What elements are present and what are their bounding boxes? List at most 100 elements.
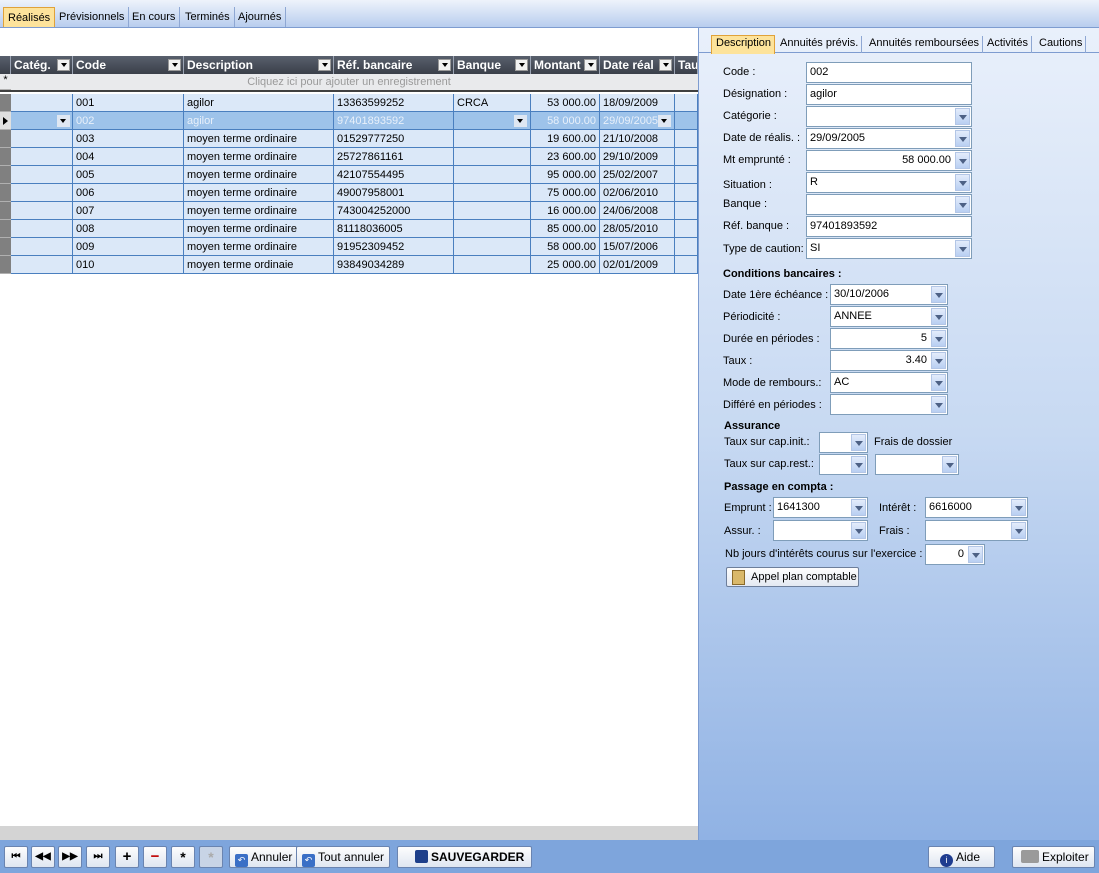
tab-activites[interactable]: Activités (983, 36, 1032, 53)
cell-ref[interactable]: 01529777250 (334, 130, 454, 148)
cell-description[interactable]: moyen terme ordinaire (184, 130, 334, 148)
cell-ref[interactable]: 91952309452 (334, 238, 454, 256)
tab-annuites-previs[interactable]: Annuités prévis. (776, 36, 863, 53)
row-selector[interactable] (0, 184, 11, 202)
frais-select[interactable] (925, 520, 1028, 541)
cell-description[interactable]: moyen terme ordinaire (184, 166, 334, 184)
sauvegarder-button[interactable]: SAUVEGARDER (397, 846, 532, 868)
new-record-button[interactable]: * (171, 846, 195, 868)
cell-montant[interactable]: 75 000.00 (531, 184, 600, 202)
cell-categ[interactable] (11, 184, 73, 202)
table-row[interactable]: 009 moyen terme ordinaire 91952309452 58 00… (0, 238, 698, 256)
cell-code[interactable]: 001 (73, 94, 184, 112)
table-row[interactable]: 005 moyen terme ordinaire 42107554495 95 00… (0, 166, 698, 184)
chevron-down-icon[interactable] (955, 108, 970, 125)
ref-banque-field[interactable]: 97401893592 (806, 216, 972, 237)
banque-select[interactable] (806, 194, 972, 215)
tab-previsionnels[interactable]: Prévisionnels (55, 7, 130, 27)
cell-montant[interactable]: 58 000.00 (531, 238, 600, 256)
col-header-banque[interactable]: Banque (454, 56, 531, 74)
cell-date[interactable]: 28/05/2010 (600, 220, 675, 238)
add-record-row[interactable]: * Cliquez ici pour ajouter un enregistre… (0, 74, 698, 92)
first-record-button[interactable]: ⏮ (4, 846, 28, 868)
cell-banque[interactable]: CRCA (454, 94, 531, 112)
cell-ref[interactable]: 13363599252 (334, 94, 454, 112)
chevron-down-icon[interactable] (968, 546, 983, 563)
col-header-description[interactable]: Description (184, 56, 334, 74)
row-selector[interactable] (0, 202, 11, 220)
cell-taux[interactable] (675, 256, 698, 274)
cell-montant[interactable]: 25 000.00 (531, 256, 600, 274)
aide-button[interactable]: i Aide (928, 846, 995, 868)
taux-cap-init-select[interactable] (819, 432, 868, 453)
col-header-taux[interactable]: Tau (675, 56, 698, 74)
col-header-ref[interactable]: Réf. bancaire (334, 56, 454, 74)
cell-taux[interactable] (675, 202, 698, 220)
chevron-down-icon[interactable] (955, 130, 970, 147)
cell-date[interactable]: 24/06/2008 (600, 202, 675, 220)
row-selector[interactable] (0, 238, 11, 256)
chevron-down-icon[interactable] (1011, 499, 1026, 516)
cell-banque[interactable] (454, 166, 531, 184)
chevron-down-icon[interactable] (851, 522, 866, 539)
annuler-button[interactable]: ↶ Annuler (229, 846, 299, 868)
filter-dropdown-icon[interactable] (584, 59, 597, 71)
cell-date[interactable]: 21/10/2008 (600, 130, 675, 148)
col-header-montant[interactable]: Montant (531, 56, 600, 74)
chevron-down-icon[interactable] (851, 434, 866, 451)
table-row[interactable]: 008 moyen terme ordinaire 81118036005 85 00… (0, 220, 698, 238)
cell-montant[interactable]: 53 000.00 (531, 94, 600, 112)
cell-montant[interactable]: 19 600.00 (531, 130, 600, 148)
cell-code[interactable]: 003 (73, 130, 184, 148)
filter-dropdown-icon[interactable] (57, 59, 70, 71)
cell-banque[interactable] (454, 148, 531, 166)
chevron-down-icon[interactable] (851, 456, 866, 473)
cell-taux[interactable] (675, 220, 698, 238)
chevron-down-icon[interactable] (931, 308, 946, 325)
date-realis-field[interactable]: 29/09/2005 (806, 128, 972, 149)
table-row[interactable]: 010 moyen terme ordinaie 93849034289 25 000… (0, 256, 698, 274)
chevron-down-icon[interactable] (955, 240, 970, 257)
filter-dropdown-icon[interactable] (438, 59, 451, 71)
chevron-down-icon[interactable] (851, 499, 866, 516)
chevron-down-icon[interactable] (931, 330, 946, 347)
cell-code[interactable]: 008 (73, 220, 184, 238)
table-row[interactable]: 004 moyen terme ordinaire 25727861161 23 60… (0, 148, 698, 166)
cell-description[interactable]: agilor (184, 112, 334, 130)
taux-cap-rest-select[interactable] (819, 454, 868, 475)
interet-select[interactable]: 6616000 (925, 497, 1028, 518)
cell-dropdown-icon[interactable] (57, 115, 70, 127)
cell-taux[interactable] (675, 130, 698, 148)
chevron-down-icon[interactable] (955, 152, 970, 169)
edit-record-button[interactable]: * (199, 846, 223, 868)
previous-record-button[interactable]: ◀◀ (31, 846, 55, 868)
tab-annuites-remboursees[interactable]: Annuités remboursées (865, 36, 984, 53)
tab-ajournes[interactable]: Ajournés (234, 7, 287, 27)
type-caution-select[interactable]: SI (806, 238, 972, 259)
cell-code[interactable]: 005 (73, 166, 184, 184)
cell-description[interactable]: moyen terme ordinaire (184, 220, 334, 238)
cell-date[interactable]: 15/07/2006 (600, 238, 675, 256)
cell-categ[interactable] (11, 130, 73, 148)
cell-taux[interactable] (675, 112, 698, 130)
filter-dropdown-icon[interactable] (659, 59, 672, 71)
cell-montant[interactable]: 85 000.00 (531, 220, 600, 238)
mt-emprunte-field[interactable]: 58 000.00 (806, 150, 972, 171)
cell-montant[interactable]: 95 000.00 (531, 166, 600, 184)
cell-description[interactable]: moyen terme ordinaie (184, 256, 334, 274)
cell-description[interactable]: moyen terme ordinaire (184, 148, 334, 166)
delete-record-button[interactable]: − (143, 846, 167, 868)
cell-ref[interactable]: 743004252000 (334, 202, 454, 220)
cell-categ[interactable] (11, 256, 73, 274)
cell-categ[interactable] (11, 94, 73, 112)
next-record-button[interactable]: ▶▶ (58, 846, 82, 868)
table-row[interactable]: 002 agilor 97401893592 58 000.00 29/09/2005 (0, 112, 698, 130)
chevron-down-icon[interactable] (931, 374, 946, 391)
chevron-down-icon[interactable] (942, 456, 957, 473)
tab-en-cours[interactable]: En cours (128, 7, 181, 27)
cell-date[interactable]: 29/10/2009 (600, 148, 675, 166)
cell-description[interactable]: moyen terme ordinaire (184, 184, 334, 202)
taux-field[interactable]: 3.40 (830, 350, 948, 371)
differe-field[interactable] (830, 394, 948, 415)
row-selector[interactable] (0, 166, 11, 184)
